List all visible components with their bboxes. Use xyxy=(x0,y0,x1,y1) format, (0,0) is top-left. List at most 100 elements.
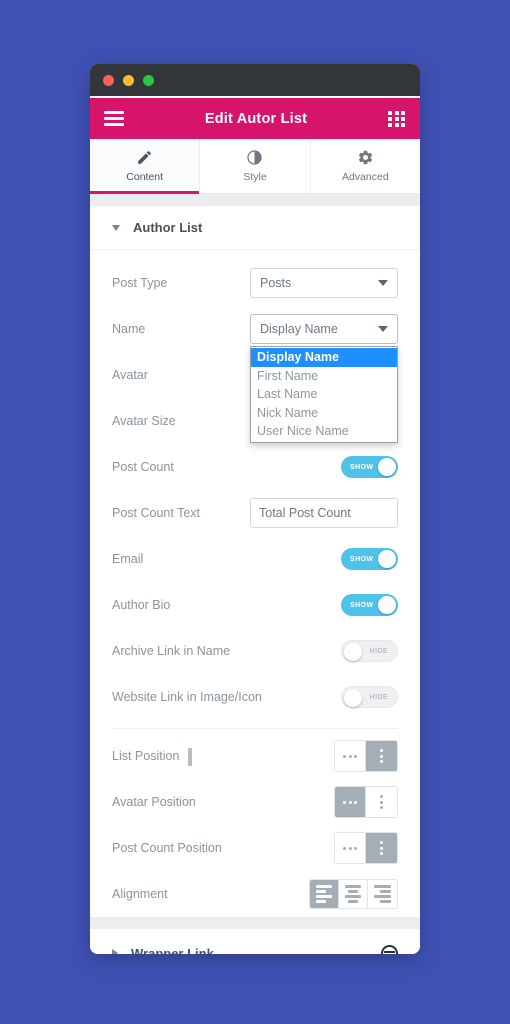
post-count-position-vertical-button[interactable] xyxy=(366,833,397,863)
list-position-vertical-button[interactable] xyxy=(366,741,397,771)
post-count-toggle[interactable]: SHOW xyxy=(341,456,398,478)
dots-vertical-icon xyxy=(380,749,383,763)
row-archive-link: Archive Link in Name HIDE xyxy=(112,628,398,674)
archive-link-label: Archive Link in Name xyxy=(112,644,231,658)
settings-panel: Author List Post Type Posts Name Display… xyxy=(90,206,420,954)
archive-link-toggle-state: HIDE xyxy=(369,647,388,655)
browser-window: Edit Autor List Content Style Advanced A… xyxy=(90,64,420,954)
post-count-text-label: Post Count Text xyxy=(112,506,201,520)
post-count-position-choose xyxy=(334,832,398,864)
align-left-button[interactable] xyxy=(310,880,339,908)
tab-content[interactable]: Content xyxy=(90,139,201,194)
post-type-select[interactable]: Posts xyxy=(250,268,398,298)
post-count-label: Post Count xyxy=(112,460,174,474)
list-position-horizontal-button[interactable] xyxy=(335,741,366,771)
option-first-name[interactable]: First Name xyxy=(251,367,397,386)
post-count-text-field-wrap xyxy=(250,498,398,528)
list-position-label: List Position xyxy=(112,747,203,766)
align-right-button[interactable] xyxy=(368,880,397,908)
email-toggle[interactable]: SHOW xyxy=(341,548,398,570)
align-center-button[interactable] xyxy=(339,880,368,908)
wrapper-link-title: Wrapper Link xyxy=(131,945,214,955)
dots-horizontal-icon xyxy=(343,846,357,850)
avatar-label: Avatar xyxy=(112,368,148,382)
option-user-nice-name[interactable]: User Nice Name xyxy=(251,422,397,441)
list-position-choose xyxy=(334,740,398,772)
monitor-icon[interactable] xyxy=(188,747,203,766)
grid-icon[interactable] xyxy=(388,110,406,127)
controls-list: Post Type Posts Name Display Name Displa… xyxy=(90,250,420,917)
dots-vertical-icon xyxy=(380,795,383,809)
post-count-toggle-state: SHOW xyxy=(350,463,374,471)
page-root: Edit Autor List Content Style Advanced A… xyxy=(0,0,510,1024)
name-options-list: Display Name First Name Last Name Nick N… xyxy=(250,346,398,443)
row-avatar-position: Avatar Position xyxy=(112,779,398,825)
author-bio-toggle-state: SHOW xyxy=(350,601,374,609)
option-nick-name[interactable]: Nick Name xyxy=(251,404,397,423)
minimize-window-button[interactable] xyxy=(123,74,134,86)
close-window-button[interactable] xyxy=(103,74,114,86)
contrast-icon xyxy=(246,149,263,166)
toggle-knob xyxy=(344,643,362,661)
gear-icon xyxy=(357,149,374,166)
alignment-group xyxy=(309,879,398,909)
tab-style[interactable]: Style xyxy=(200,139,311,193)
panel-tabs: Content Style Advanced xyxy=(90,139,420,194)
row-email: Email SHOW xyxy=(112,536,398,582)
row-alignment: Alignment xyxy=(112,871,398,917)
archive-link-toggle[interactable]: HIDE xyxy=(341,640,398,662)
option-display-name[interactable]: Display Name xyxy=(251,348,397,367)
avatar-position-vertical-button[interactable] xyxy=(366,787,397,817)
row-name: Name Display Name Display Name First Nam… xyxy=(112,306,398,443)
row-post-type: Post Type Posts xyxy=(112,260,398,306)
chevron-down-icon xyxy=(112,224,120,231)
chevron-down-icon xyxy=(378,326,388,332)
post-count-position-horizontal-button[interactable] xyxy=(335,833,366,863)
tabs-separator xyxy=(90,194,420,206)
email-toggle-state: SHOW xyxy=(350,555,374,563)
avatar-position-horizontal-button[interactable] xyxy=(335,787,366,817)
tab-advanced-label: Advanced xyxy=(341,171,389,183)
post-type-value: Posts xyxy=(260,276,292,290)
hamburger-icon[interactable] xyxy=(104,111,124,126)
chevron-right-icon xyxy=(112,949,118,954)
maximize-window-button[interactable] xyxy=(143,74,154,86)
pencil-icon xyxy=(136,149,153,166)
name-select[interactable]: Display Name Display Name First Name Las… xyxy=(250,314,398,443)
dots-horizontal-icon xyxy=(343,800,357,804)
section-author-list[interactable]: Author List xyxy=(90,206,420,250)
row-website-link: Website Link in Image/Icon HIDE xyxy=(112,674,398,720)
tab-style-label: Style xyxy=(243,171,267,183)
post-type-label: Post Type xyxy=(112,276,168,290)
toggle-knob xyxy=(378,596,396,614)
website-link-label: Website Link in Image/Icon xyxy=(112,690,262,704)
section-wrapper-link[interactable]: Wrapper Link xyxy=(90,929,420,954)
section-title: Author List xyxy=(133,220,203,235)
row-post-count-position: Post Count Position xyxy=(112,825,398,871)
email-label: Email xyxy=(112,552,144,566)
avatar-position-label: Avatar Position xyxy=(112,795,196,809)
author-bio-toggle[interactable]: SHOW xyxy=(341,594,398,616)
link-badge-icon xyxy=(381,944,398,954)
option-last-name[interactable]: Last Name xyxy=(251,385,397,404)
dots-horizontal-icon xyxy=(343,754,357,758)
dots-vertical-icon xyxy=(380,841,383,855)
avatar-position-choose xyxy=(334,786,398,818)
window-titlebar xyxy=(90,64,420,96)
controls-divider xyxy=(112,728,398,729)
toggle-knob xyxy=(378,550,396,568)
list-position-label-text: List Position xyxy=(112,749,180,763)
avatar-size-label: Avatar Size xyxy=(112,414,176,428)
author-bio-label: Author Bio xyxy=(112,598,171,612)
tab-advanced[interactable]: Advanced xyxy=(311,139,420,193)
post-count-text-input[interactable] xyxy=(251,499,397,527)
post-count-position-label: Post Count Position xyxy=(112,841,222,855)
alignment-label: Alignment xyxy=(112,887,168,901)
row-post-count-text: Post Count Text xyxy=(112,490,398,536)
name-value: Display Name xyxy=(260,322,338,336)
section-separator xyxy=(90,917,420,929)
page-title: Edit Autor List xyxy=(204,110,308,127)
toggle-knob xyxy=(344,689,362,707)
website-link-toggle-state: HIDE xyxy=(369,693,388,701)
website-link-toggle[interactable]: HIDE xyxy=(341,686,398,708)
